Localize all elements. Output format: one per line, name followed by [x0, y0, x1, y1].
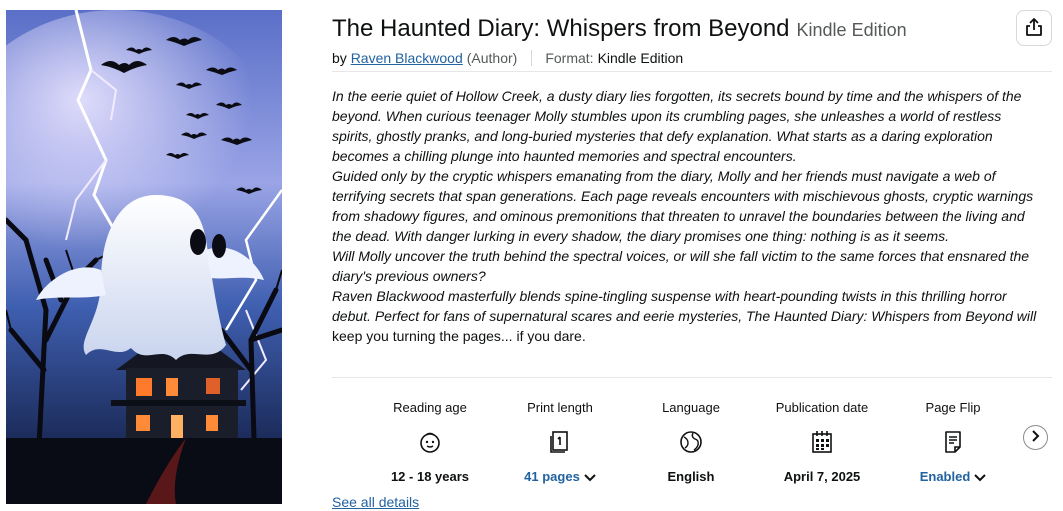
chevron-right-icon	[1031, 430, 1040, 445]
edition-label: Kindle Edition	[796, 20, 907, 40]
chevron-down-icon	[584, 469, 596, 487]
attr-value: April 7, 2025	[783, 469, 861, 484]
see-all-details-link[interactable]: See all details	[332, 494, 419, 510]
attr-publication-date: Publication date April 7, 2025	[762, 398, 882, 486]
format-value: Kindle Edition	[597, 50, 684, 66]
description-paragraph: Raven Blackwood masterfully blends spine…	[332, 288, 1037, 324]
description-paragraph: In the eerie quiet of Hollow Creek, a du…	[332, 88, 1022, 164]
title-divider	[332, 71, 1052, 72]
description-paragraph: Will Molly uncover the truth behind the …	[332, 248, 1030, 284]
child-face-icon	[370, 424, 490, 460]
attr-value-link[interactable]: Enabled	[893, 468, 1013, 487]
attr-value: 41 pages	[524, 469, 580, 484]
byline-separator	[531, 50, 533, 66]
product-title: The Haunted Diary: Whispers from Beyond	[332, 15, 790, 42]
attr-label: Page Flip	[925, 400, 981, 415]
attr-value-link[interactable]: 41 pages	[500, 468, 620, 487]
attr-page-flip[interactable]: Page Flip Enabled	[893, 398, 1013, 487]
description-paragraph: Guided only by the cryptic whispers eman…	[332, 168, 1034, 244]
calendar-icon	[762, 424, 882, 460]
globe-icon	[631, 424, 751, 460]
attr-label: Print length	[527, 400, 593, 415]
chevron-down-icon	[974, 469, 986, 487]
carousel-next-button[interactable]	[1023, 425, 1048, 450]
share-icon	[1025, 17, 1043, 40]
author-role: (Author)	[466, 50, 518, 66]
attr-print-length[interactable]: Print length 41 pages	[500, 398, 620, 487]
attr-value: 12 - 18 years	[390, 469, 470, 484]
format-label: Format:	[545, 50, 594, 66]
book-cover-image[interactable]	[6, 10, 282, 504]
attr-label: Reading age	[393, 400, 467, 415]
author-link[interactable]: Raven Blackwood	[351, 48, 463, 68]
attr-value: Enabled	[919, 469, 971, 484]
page-flip-icon	[893, 424, 1013, 460]
attr-language: Language English	[631, 398, 751, 486]
description-divider	[332, 377, 1052, 378]
description-paragraph: keep you turning the pages... if you dar…	[332, 328, 586, 344]
book-pages-icon	[500, 424, 620, 460]
attr-label: Language	[662, 400, 720, 415]
product-details-carousel: Reading age 12 - 18 years Print length 4…	[370, 398, 1010, 488]
book-description: In the eerie quiet of Hollow Creek, a du…	[332, 86, 1044, 346]
share-button[interactable]	[1016, 10, 1052, 46]
attr-value: English	[667, 469, 715, 484]
by-prefix: by	[332, 50, 347, 66]
byline: by Raven Blackwood (Author) Format: Kind…	[332, 48, 1052, 68]
attr-label: Publication date	[775, 400, 869, 415]
attr-reading-age: Reading age 12 - 18 years	[370, 398, 490, 486]
